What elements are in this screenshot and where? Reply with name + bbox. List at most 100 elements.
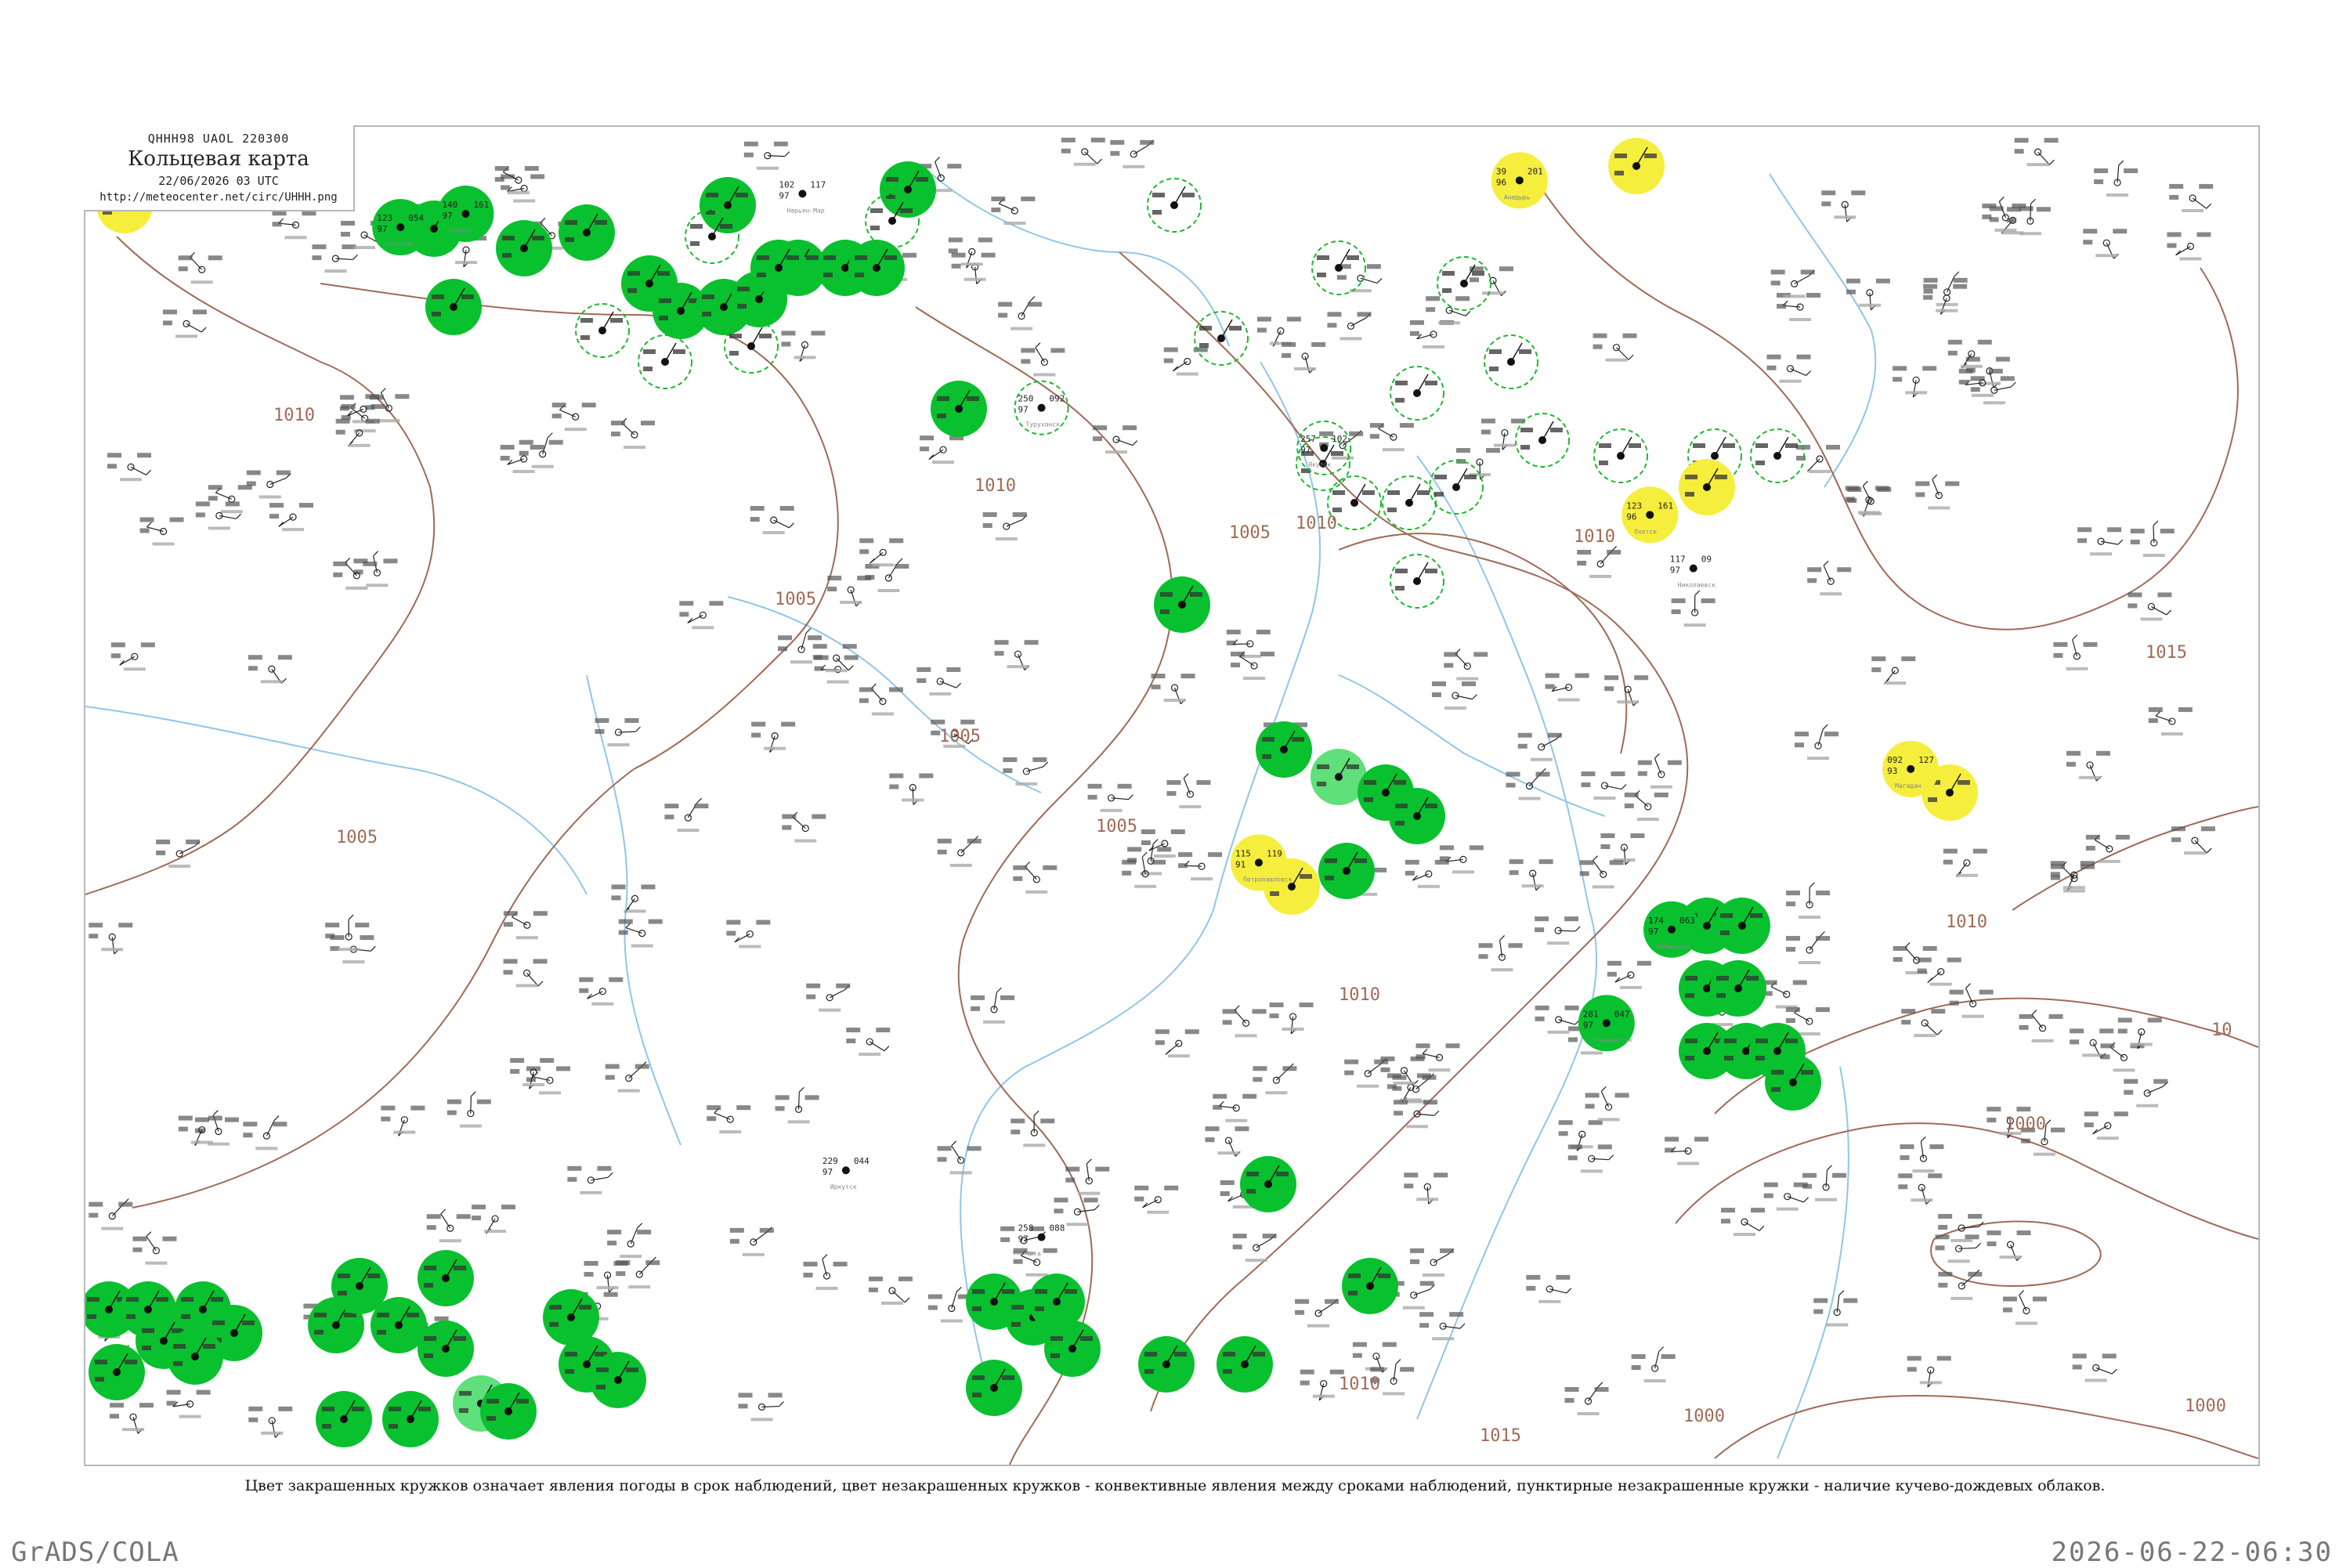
temp-value-mark [971, 995, 985, 1000]
station-dewpoint: 91 [1235, 859, 1246, 869]
dew-value-mark [1971, 387, 1980, 392]
station-plot [1766, 355, 1810, 383]
wind-barb [940, 681, 956, 688]
station-id-mark [1911, 1198, 1932, 1201]
pressure-value-mark [1668, 761, 1682, 765]
temp-value-mark [1013, 865, 1027, 870]
wind-barb-feather [822, 1255, 827, 1259]
temp-value-mark [931, 720, 945, 724]
station-id-mark [1225, 1119, 1247, 1122]
wind-barb-feather [956, 683, 961, 688]
wind-barb-feather [471, 1092, 475, 1097]
temp-value-mark [208, 485, 222, 490]
temp-value-mark [869, 1277, 883, 1281]
pressure-value-mark [768, 1393, 783, 1397]
pressure-value-mark [1826, 445, 1840, 450]
dew-value-mark [1577, 561, 1586, 565]
dew-value-mark [1257, 327, 1267, 332]
station-plot [739, 1393, 784, 1421]
temp-value-mark [1987, 1107, 2001, 1111]
wind-barb [1256, 1239, 1271, 1248]
station-plot [248, 1407, 292, 1438]
pressure-value-mark [786, 255, 799, 260]
pressure-value-mark [1723, 443, 1735, 448]
pressure-value-mark [673, 349, 685, 354]
dew-value-mark [89, 934, 98, 938]
isobar-label-1010: 1010 [1946, 912, 1987, 932]
temp-value-mark [706, 193, 718, 197]
temp-value-mark [995, 640, 1009, 645]
station-id-mark [2106, 193, 2128, 197]
station-plot [782, 812, 826, 842]
temp-value-mark [107, 453, 121, 457]
dew-value-mark [519, 451, 529, 456]
dew-value-mark [163, 320, 172, 325]
wind-barb-feather [2046, 1120, 2051, 1125]
pressure-value-mark [1287, 316, 1301, 321]
temp-value-mark [142, 1328, 154, 1333]
station-id-mark [508, 191, 530, 194]
pressure-value-mark [1968, 1272, 1982, 1277]
temp-value-mark [659, 298, 671, 303]
temp-value-mark [2070, 1028, 2084, 1033]
dew-value-mark [1987, 1241, 1997, 1246]
dew-value-mark [1270, 1013, 1279, 1018]
weather-marker-precip [1154, 576, 1210, 633]
weather-marker-fog [1679, 459, 1735, 515]
pressure-value-mark [919, 773, 933, 778]
station-id-mark [2016, 1322, 2037, 1325]
wind-barb-feather [1166, 1050, 1170, 1054]
station-id-mark [816, 1287, 838, 1290]
dew-value-mark [1535, 1017, 1545, 1021]
station-id-mark [1784, 294, 1806, 298]
dew-value-mark [1915, 493, 1925, 497]
pressure-value-mark [2049, 1014, 2063, 1019]
station-id-mark [1914, 1034, 1936, 1037]
temp-value-mark [1010, 1118, 1025, 1123]
wind-barb [1007, 520, 1022, 526]
pressure-value-mark [1196, 780, 1210, 785]
station-plot [1918, 958, 1961, 986]
station-id-mark [1123, 165, 1144, 168]
station-id-mark [255, 1147, 277, 1150]
wind-barb [688, 615, 703, 623]
temp-value-mark [2086, 835, 2100, 840]
station-Хабаровск: 17497063Хабаровск [1643, 901, 1700, 958]
station-name: Николаевск [1678, 582, 1716, 589]
pressure-value-mark [1794, 1183, 1808, 1187]
temp-value-mark [1317, 255, 1329, 260]
station-name: Нарьян-Мар [786, 207, 824, 214]
wind-barb-feather [146, 470, 151, 475]
dew-value-mark [1907, 1367, 1917, 1371]
wind-barb-feather [1128, 795, 1133, 800]
wind-barb [1415, 1078, 1429, 1089]
station-plot [607, 1223, 651, 1258]
dew-value-mark [1900, 1155, 1909, 1160]
temp-value-mark [195, 1118, 209, 1122]
pressure-value-mark [1989, 369, 2003, 374]
pressure-value-mark [1276, 1172, 1289, 1176]
wind-barb-feather [1396, 1360, 1401, 1364]
dew-value-mark [501, 185, 510, 190]
dew-value-mark [1813, 1310, 1823, 1314]
wind-barb-feather [1423, 1049, 1427, 1053]
temp-value-mark [2118, 1017, 2132, 1022]
map-url[interactable]: http://meteocenter.net/circ/UHHH.png [84, 191, 353, 204]
wind-barb [754, 1232, 768, 1242]
dew-value-mark [1021, 359, 1030, 363]
dew-value-mark [1489, 367, 1499, 371]
temp-value-mark [501, 445, 515, 450]
pressure-value-mark [1263, 1234, 1277, 1238]
wind-barb-feather [1806, 370, 1811, 375]
dew-value-mark [1410, 331, 1419, 336]
station-plot [2131, 521, 2175, 557]
station-plot [1337, 264, 1382, 292]
station-dot [1038, 404, 1046, 412]
station-plot [1509, 859, 1553, 891]
station-plot [1604, 675, 1648, 706]
station-plot [1253, 1064, 1296, 1094]
wind-barb-feather [1965, 984, 1970, 988]
temp-value-mark [1786, 936, 1800, 941]
temp-value-mark [1614, 154, 1627, 158]
pressure-value-mark [709, 601, 723, 605]
